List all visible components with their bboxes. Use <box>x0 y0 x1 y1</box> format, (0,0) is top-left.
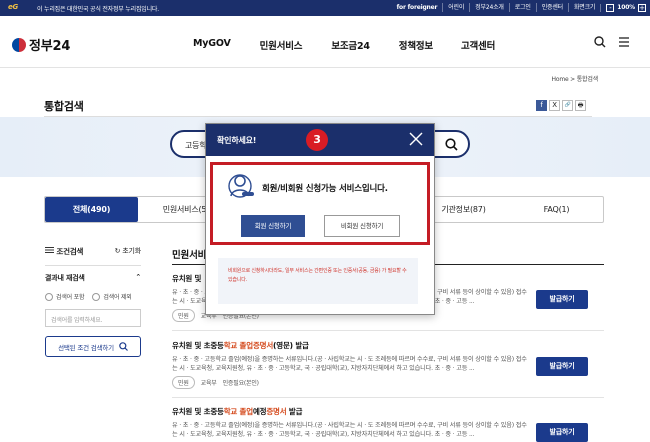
nav-policy-info[interactable]: 정책정보 <box>399 38 433 52</box>
nav-mygov[interactable]: MyGOV <box>193 38 231 52</box>
step-marker: 3 <box>306 129 328 151</box>
confirm-modal: 확인하세요! 3 회원/비회원 신청가능 서비스입니다. 회원 신청하기 비회원… <box>205 123 435 315</box>
filter-panel: 조건검색 ↻ 초기화 결과내 재검색 ⌃ 검색어 포함 검색어 제외 검색어를 … <box>45 246 141 357</box>
result-divider <box>172 330 604 331</box>
tab-all[interactable]: 전체(490) <box>45 197 138 222</box>
taegeuk-icon <box>12 37 26 52</box>
x-icon[interactable]: X <box>549 100 560 111</box>
results-heading: 민원서비 <box>172 250 207 261</box>
link-for-foreigner[interactable]: for foreigner <box>392 3 443 12</box>
main-nav: MyGOV 민원서비스 보조금24 정책정보 고객센터 <box>193 38 495 52</box>
result-org: 교육부 <box>200 380 217 387</box>
print-icon[interactable]: 🖶 <box>575 100 586 111</box>
result-item: 유치원 및 초중등학교 졸업증명서(영문) 발급 유 · 초 · 중 · 고등학… <box>172 340 604 389</box>
filter-icon <box>45 247 54 253</box>
result-description: 유 · 초 · 중 · 고등학교 졸업(예정)을 증명하는 서류입니다.(공 ·… <box>172 422 527 438</box>
egov-logo: eG <box>8 3 19 11</box>
link-login[interactable]: 로그인 <box>508 3 536 12</box>
breadcrumb: Home > 통합검색 <box>552 74 599 83</box>
filter-title: 조건검색 <box>45 246 83 257</box>
reset-button[interactable]: ↻ 초기화 <box>115 246 142 257</box>
type-badge: 민원 <box>172 309 195 322</box>
breadcrumb-current: 통합검색 <box>576 76 598 83</box>
refine-title: 결과내 재검색 <box>45 274 85 282</box>
zoom-level: 100% <box>617 4 635 11</box>
result-title[interactable]: 유치원 및 초중등학교 졸업예정증명서 발급 <box>172 406 604 417</box>
utility-links: for foreigner 어린이 정부24소개 로그인 인증센터 화면크기 -… <box>392 3 646 12</box>
menu-icon[interactable] <box>618 36 630 50</box>
breadcrumb-separator: > <box>570 76 575 83</box>
issue-button[interactable]: 발급하기 <box>536 290 588 309</box>
filter-divider <box>45 265 141 266</box>
link-screen-size: 화면크기 <box>567 3 600 12</box>
guest-apply-button[interactable]: 비회원 신청하기 <box>324 215 400 237</box>
filter-title-label: 조건검색 <box>56 247 84 256</box>
chevron-up-icon[interactable]: ⌃ <box>135 273 141 283</box>
search-submit-icon[interactable] <box>445 138 458 153</box>
apply-filter-button[interactable]: 선택된 조건 검색하기 <box>45 336 141 357</box>
close-icon[interactable] <box>408 131 424 149</box>
share-tools: f X 🔗 🖶 <box>536 100 586 111</box>
search-query: 고등학 <box>185 141 207 150</box>
official-site-notice: 이 누리집은 대한민국 공식 전자정부 누리집입니다. <box>37 6 159 13</box>
facebook-icon[interactable]: f <box>536 100 547 111</box>
zoom-control: - 100% + <box>600 3 646 12</box>
link-kids[interactable]: 어린이 <box>442 3 469 12</box>
modal-header: 확인하세요! 3 <box>206 124 434 156</box>
result-item: 유치원 및 초중등학교 졸업예정증명서 발급 유 · 초 · 중 · 고등학교 … <box>172 406 604 442</box>
result-title[interactable]: 유치원 및 초중등학교 졸업증명서(영문) 발급 <box>172 340 604 351</box>
breadcrumb-home[interactable]: Home <box>552 76 569 83</box>
zoom-in-button[interactable]: + <box>638 3 646 12</box>
site-header: 정부24 MyGOV 민원서비스 보조금24 정책정보 고객센터 <box>0 16 650 68</box>
issue-button[interactable]: 발급하기 <box>536 423 588 442</box>
zoom-out-button[interactable]: - <box>606 3 615 12</box>
link-copy-icon[interactable]: 🔗 <box>562 100 573 111</box>
radio-exclude[interactable]: 검색어 제외 <box>92 292 132 301</box>
nav-subsidy24[interactable]: 보조금24 <box>331 38 370 52</box>
logo-text: 정부24 <box>29 39 71 54</box>
radio-include[interactable]: 검색어 포함 <box>45 292 85 301</box>
issue-button[interactable]: 발급하기 <box>536 357 588 376</box>
user-icon <box>228 172 256 202</box>
nav-customer-center[interactable]: 고객센터 <box>461 38 495 52</box>
nav-civil-service[interactable]: 민원서비스 <box>260 38 303 52</box>
gov24-logo[interactable]: 정부24 <box>12 35 70 54</box>
header-actions <box>594 36 630 50</box>
search-icon[interactable] <box>594 36 606 50</box>
result-auth: 인증필요(본인) <box>222 380 259 387</box>
refine-search-input[interactable]: 검색어를 입력하세요. <box>45 309 141 327</box>
top-banner: eG 이 누리집은 대한민국 공식 전자정부 누리집입니다. for forei… <box>0 0 650 16</box>
member-apply-button[interactable]: 회원 신청하기 <box>241 215 305 237</box>
modal-title: 확인하세요! <box>217 136 257 145</box>
result-divider <box>172 397 604 398</box>
modal-note: 비회원으로 신청하시더라도, 일부 서비스는 간편인증 또는 인증서(공동, 금… <box>218 258 418 304</box>
link-auth-center[interactable]: 인증센터 <box>535 3 568 12</box>
type-badge: 민원 <box>172 376 195 389</box>
page-title: 통합검색 <box>44 100 84 113</box>
result-description: 유 · 초 · 중 · 고등학교 졸업(예정)을 증명하는 서류입니다.(공 ·… <box>172 356 527 372</box>
link-about-gov24[interactable]: 정부24소개 <box>469 3 509 12</box>
modal-message: 회원/비회원 신청가능 서비스입니다. <box>262 184 388 194</box>
search-icon <box>119 342 128 351</box>
tab-faq[interactable]: FAQ(1) <box>510 197 603 222</box>
